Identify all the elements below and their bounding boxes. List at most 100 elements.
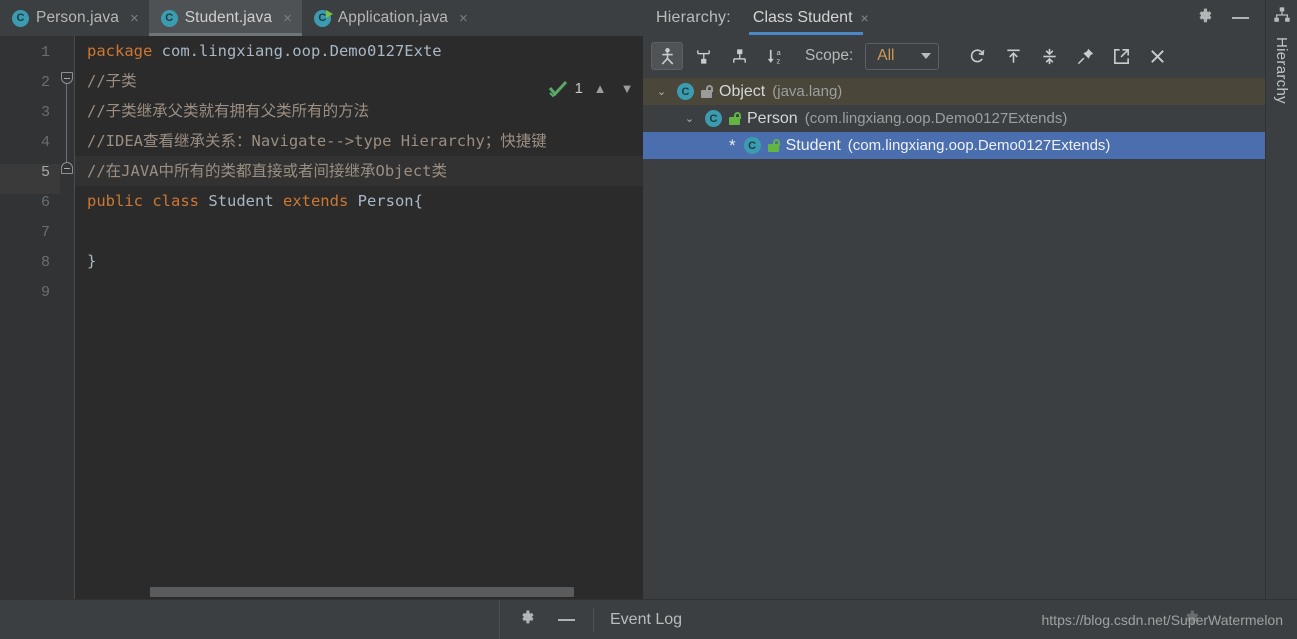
editor-tab-label: Student.java: [184, 9, 273, 26]
chevron-down-icon[interactable]: ⌄: [681, 112, 698, 125]
green-check-icon: [548, 80, 568, 97]
chevron-down-icon: [921, 53, 932, 59]
line-number: 5: [40, 164, 50, 181]
editor-tabbar: C Person.java × C Student.java × C Appli…: [0, 0, 643, 36]
close-icon[interactable]: ×: [459, 11, 468, 26]
svg-text:z: z: [776, 56, 780, 65]
event-log-button[interactable]: Event Log: [610, 611, 682, 629]
hierarchy-tab-class-student[interactable]: Class Student ×: [748, 0, 869, 36]
hierarchy-panel: Hierarchy: Class Student × a z Scope: Al…: [643, 0, 1265, 599]
tree-node-package: (com.lingxiang.oop.Demo0127Extends): [804, 110, 1068, 127]
inspection-count: 1: [574, 80, 583, 97]
gear-icon[interactable]: [1195, 6, 1214, 30]
watermark-text: https://blog.csdn.net/SuperWatermelon: [1041, 611, 1284, 628]
hierarchy-strip-label[interactable]: Hierarchy: [1273, 37, 1290, 104]
close-button[interactable]: [1141, 42, 1173, 70]
refresh-button[interactable]: [961, 42, 993, 70]
line-number: 6: [40, 194, 50, 211]
tree-node-package: (java.lang): [772, 83, 843, 100]
idea-window: C Person.java × C Student.java × C Appli…: [0, 0, 1297, 639]
hierarchy-tree[interactable]: ⌄ C Object (java.lang) ⌄ C Person (com.l…: [643, 76, 1265, 599]
tree-node-student[interactable]: * C Student (com.lingxiang.oop.Demo0127E…: [643, 132, 1265, 159]
editor-horizontal-scrollbar[interactable]: [150, 586, 643, 597]
fold-marker-collapse[interactable]: [61, 162, 73, 174]
fold-marker-collapse[interactable]: [61, 72, 73, 84]
pin-tab-button[interactable]: [1069, 42, 1101, 70]
tree-node-name: Object: [719, 82, 766, 100]
hierarchy-title: Hierarchy:: [656, 9, 731, 26]
sort-alphabetically-button[interactable]: a z: [759, 42, 791, 70]
java-class-icon: C: [677, 83, 694, 100]
scope-label: Scope:: [805, 47, 854, 64]
hide-panel-icon[interactable]: [558, 618, 575, 621]
line-number: 2: [40, 74, 50, 91]
editor-tab-application[interactable]: C Application.java ×: [301, 0, 478, 36]
expand-all-button[interactable]: [997, 42, 1029, 70]
line-number: 9: [40, 284, 50, 301]
hierarchy-header-actions: [1195, 6, 1265, 30]
visibility-lock-icon: [729, 112, 741, 125]
fold-region-line: [66, 80, 67, 168]
visibility-lock-icon: [767, 139, 780, 152]
chevron-down-icon[interactable]: ⌄: [653, 85, 670, 98]
java-class-runnable-icon: C: [313, 9, 333, 27]
code-line-5: //在JAVA中所有的类都直接或者间接继承Object类: [87, 162, 447, 180]
line-number-gutter: 1 2 3 4 5 6 7 8 9: [0, 36, 60, 599]
close-icon[interactable]: ×: [130, 11, 139, 26]
code-line-4: //IDEA查看继承关系：Navigate-->type Hierarchy；快…: [87, 132, 547, 150]
hierarchy-icon[interactable]: [1273, 6, 1291, 29]
hierarchy-toolbar: a z Scope: All: [643, 36, 1265, 76]
java-class-icon: C: [743, 137, 761, 154]
code-text-area[interactable]: package com.lingxiang.oop.Demo0127Exte /…: [74, 36, 643, 599]
divider: [593, 607, 594, 632]
current-line-gutter-highlight: [0, 164, 60, 194]
tree-node-name: Student: [785, 136, 841, 154]
code-editor[interactable]: 1 2 3 4 5 6 7 8 9 package com.lingxiang.…: [0, 36, 643, 599]
editor-tab-student[interactable]: C Student.java ×: [148, 0, 303, 36]
java-class-icon: C: [12, 9, 29, 27]
collapse-all-button[interactable]: [1033, 42, 1065, 70]
chevron-up-icon[interactable]: ▲: [590, 81, 610, 97]
hierarchy-header: Hierarchy: Class Student ×: [643, 0, 1265, 36]
java-class-icon: C: [705, 110, 722, 127]
visibility-lock-icon: [701, 85, 713, 98]
code-folding-gutter[interactable]: [60, 36, 74, 599]
status-bar: Event Log https://blog.csdn.net/SuperWat…: [0, 599, 1297, 639]
code-line-2: //子类: [87, 72, 137, 90]
editor-tab-person[interactable]: C Person.java ×: [0, 0, 149, 36]
class-hierarchy-button[interactable]: [651, 42, 683, 70]
hierarchy-tab-label: Class Student: [752, 9, 853, 26]
gear-icon[interactable]: [518, 608, 536, 631]
hide-panel-icon[interactable]: [1232, 17, 1249, 19]
editor-tab-label: Application.java: [337, 9, 449, 26]
chevron-down-icon[interactable]: ▼: [617, 81, 637, 97]
status-bar-actions: [500, 608, 593, 631]
right-tool-strip: Hierarchy: [1265, 0, 1297, 599]
status-bar-left-region: [0, 600, 500, 639]
line-number: 1: [40, 44, 50, 61]
scope-value: All: [877, 47, 895, 64]
tree-node-person[interactable]: ⌄ C Person (com.lingxiang.oop.Demo0127Ex…: [643, 105, 1265, 132]
line-number: 4: [40, 134, 50, 151]
tree-node-object[interactable]: ⌄ C Object (java.lang): [643, 78, 1265, 105]
supertypes-hierarchy-button[interactable]: [723, 42, 755, 70]
code-line-3: //子类继承父类就有拥有父类所有的方法: [87, 102, 370, 120]
inspection-widget[interactable]: 1 ▲ ▼: [548, 80, 637, 97]
line-number: 8: [40, 254, 50, 271]
current-class-marker: *: [729, 136, 736, 155]
main-split: C Person.java × C Student.java × C Appli…: [0, 0, 1297, 599]
code-line-6: public class Student extends Person{: [87, 192, 423, 210]
close-icon[interactable]: ×: [861, 10, 869, 26]
java-class-icon: C: [160, 9, 178, 27]
close-icon[interactable]: ×: [283, 11, 292, 26]
scope-dropdown[interactable]: All: [865, 42, 940, 70]
subtypes-hierarchy-button[interactable]: [687, 42, 719, 70]
tree-node-package: (com.lingxiang.oop.Demo0127Extends): [847, 137, 1111, 154]
line-number: 3: [40, 104, 50, 121]
export-button[interactable]: [1105, 42, 1137, 70]
editor-pane: C Person.java × C Student.java × C Appli…: [0, 0, 643, 599]
line-number: 7: [40, 224, 50, 241]
scrollbar-thumb[interactable]: [150, 587, 574, 597]
editor-tab-label: Person.java: [36, 9, 119, 26]
code-line-8: }: [87, 252, 97, 270]
